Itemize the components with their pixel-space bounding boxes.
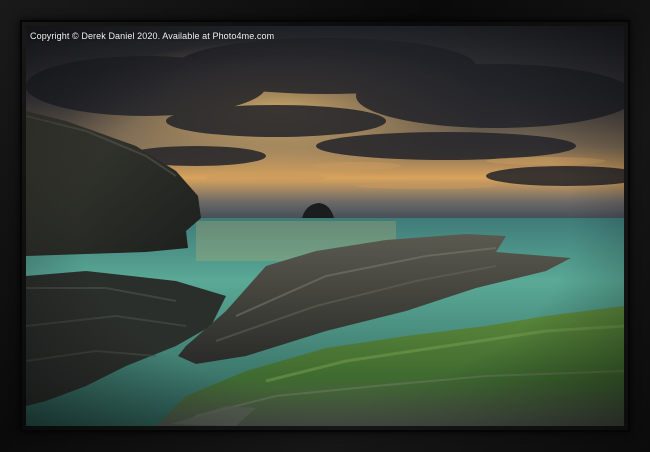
vignette <box>26 26 624 426</box>
seascape-photo <box>26 26 624 426</box>
copyright-watermark: Copyright © Derek Daniel 2020. Available… <box>30 31 275 41</box>
seascape-illustration <box>26 26 624 426</box>
